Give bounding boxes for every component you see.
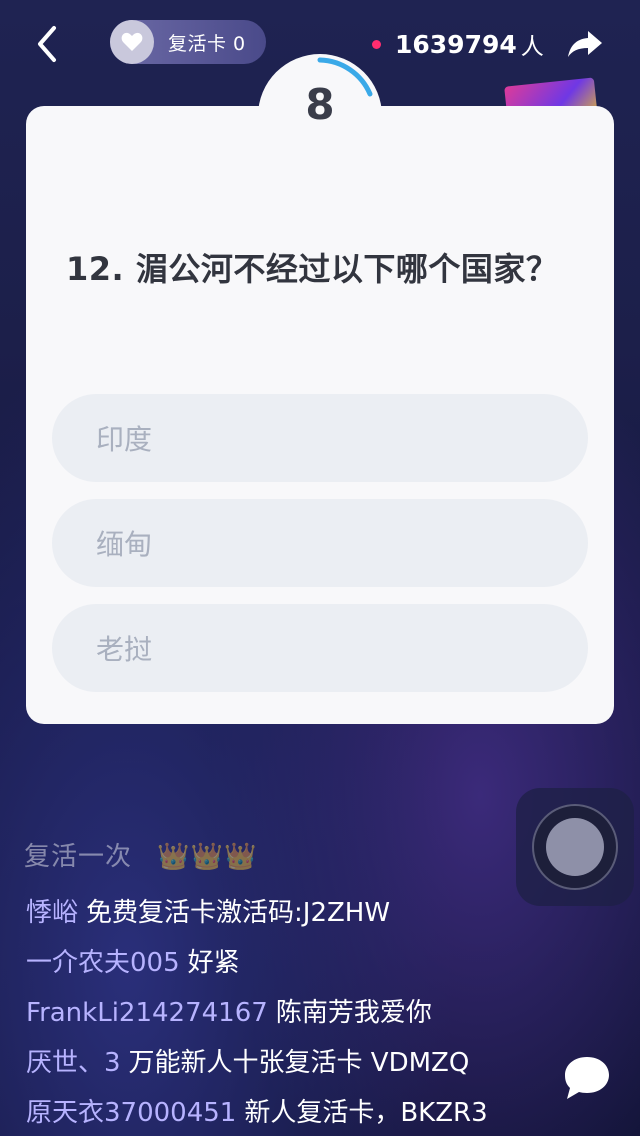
answer-option-label: 老挝 (96, 633, 153, 666)
share-arrow-icon (568, 31, 602, 57)
chat-text: 万能新人十张复活卡 VDMZQ (128, 1048, 470, 1078)
chat-faded-line: 复活一次 👑👑👑 (24, 836, 257, 876)
chat-username: 悸峪 (26, 898, 79, 928)
answer-option-1[interactable]: 印度 (52, 394, 588, 482)
answer-option-label: 缅甸 (96, 528, 153, 561)
chat-bubble-icon (565, 1057, 609, 1099)
back-button[interactable] (26, 22, 66, 66)
chat-text: 陈南芳我爱你 (275, 998, 432, 1028)
answer-option-2[interactable]: 缅甸 (52, 499, 588, 587)
chat-text: 免费复活卡激活码:J2ZHW (86, 898, 391, 928)
chat-message: 一介农夫005 好紧 (26, 942, 240, 979)
heart-icon (110, 20, 154, 64)
chat-text: 好紧 (187, 948, 240, 978)
share-button[interactable] (560, 22, 610, 66)
floating-assistive-button[interactable] (532, 804, 618, 890)
answer-option-3[interactable]: 老挝 (52, 604, 588, 692)
chat-username: 原天衣37000451 (26, 1098, 237, 1128)
live-dot-icon (372, 39, 381, 49)
chat-message: FrankLi214274167 陈南芳我爱你 (26, 992, 432, 1029)
chat-faded-text: 复活一次 (24, 842, 133, 872)
chat-username: 一介农夫005 (26, 948, 180, 978)
chat-text: 新人复活卡，BKZR3 (244, 1098, 488, 1128)
answer-option-label: 印度 (96, 423, 153, 456)
chat-button[interactable] (560, 1052, 614, 1104)
revive-card-label: 复活卡 0 (168, 32, 246, 55)
question-text: 12. 湄公河不经过以下哪个国家？ (66, 250, 559, 288)
countdown-timer: 8 (305, 80, 335, 129)
chevron-left-icon (38, 26, 56, 62)
viewer-count-display: 1639794 人 (372, 24, 544, 64)
record-icon (546, 818, 604, 876)
revive-card-badge[interactable]: 复活卡 0 (110, 20, 266, 64)
chat-username: FrankLi214274167 (26, 998, 268, 1028)
chat-message: 悸峪 免费复活卡激活码:J2ZHW (26, 892, 390, 929)
chat-message: 厌世、3 万能新人十张复活卡 VDMZQ (26, 1042, 469, 1079)
viewer-count: 1639794 (395, 29, 517, 59)
viewer-unit: 人 (520, 34, 544, 60)
chat-username: 厌世、3 (26, 1048, 121, 1078)
chat-message: 原天衣37000451 新人复活卡，BKZR3 (26, 1092, 488, 1129)
crown-icon: 👑👑👑 (157, 842, 258, 872)
